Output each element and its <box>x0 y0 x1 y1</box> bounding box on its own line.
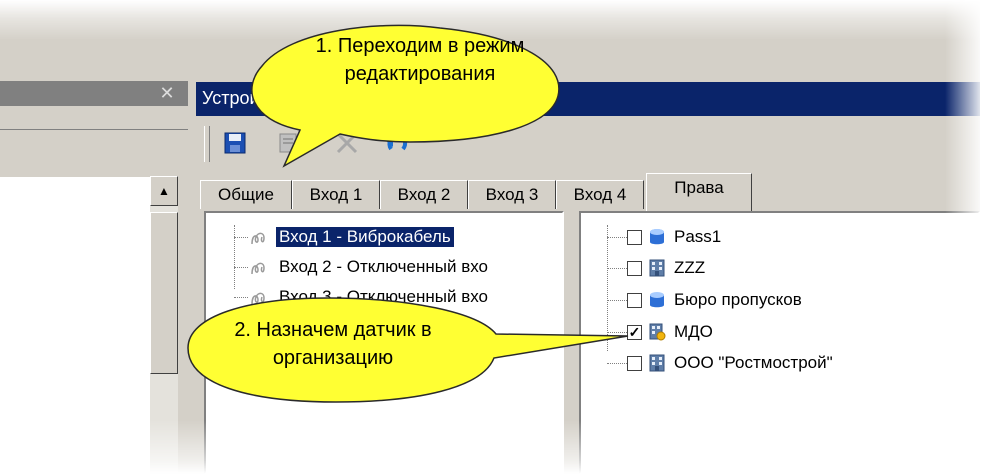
vibro-cable-icon <box>251 262 265 275</box>
rights-item-label: Бюро пропусков <box>674 290 802 309</box>
tree-item-label: Вход 2 - Отключенный вхо <box>279 257 488 276</box>
rights-checkbox[interactable] <box>627 229 642 245</box>
rights-item-zzz[interactable]: ZZZ <box>627 255 705 281</box>
rights-item-label: МДО <box>674 322 713 341</box>
rights-item-rostmostroy[interactable]: ООО "Ростмострой" <box>627 350 833 376</box>
tab-strip: Общие Вход 1 Вход 2 Вход 3 Вход 4 Права <box>196 170 980 211</box>
rights-checkbox[interactable] <box>627 260 642 276</box>
database-blue-icon <box>650 292 664 308</box>
database-blue-icon <box>650 229 664 245</box>
building-icon <box>649 354 665 372</box>
tree-item-label: Вход 1 - Виброкабель <box>276 227 454 247</box>
rights-tree: Pass1 ZZZ Бюро пропусков ✓ МДО ООО "Рост… <box>579 211 980 474</box>
tree-connector <box>234 267 248 268</box>
scroll-up-icon[interactable]: ▲ <box>150 176 178 206</box>
callout-text-1: 1. Переходим в режим редактирования <box>315 35 525 85</box>
close-icon[interactable]: ✕ <box>158 84 176 102</box>
tree-connector <box>607 268 627 269</box>
vibro-cable-icon <box>251 232 265 245</box>
left-panel-divider <box>0 129 188 130</box>
tab-input-1[interactable]: Вход 1 <box>292 180 380 210</box>
callout-text-2: 2. Назначем датчик в организацию <box>234 319 432 369</box>
tree-connector <box>234 225 235 289</box>
rights-item-pass1[interactable]: Pass1 <box>627 224 721 250</box>
building-star-icon <box>649 323 666 341</box>
tab-input-3[interactable]: Вход 3 <box>468 180 556 210</box>
rights-item-label: Pass1 <box>674 227 722 246</box>
toolbar-grip[interactable] <box>204 126 210 162</box>
rights-item-label: ООО "Ростмострой" <box>674 353 833 372</box>
tab-rights[interactable]: Права <box>646 173 752 211</box>
rights-item-label: ZZZ <box>674 258 706 277</box>
tree-item-input-1[interactable]: Вход 1 - Виброкабель <box>250 224 454 250</box>
rights-item-mdo[interactable]: ✓ МДО <box>627 319 713 345</box>
rights-item-bureau[interactable]: Бюро пропусков <box>627 287 802 313</box>
tab-input-2[interactable]: Вход 2 <box>380 180 468 210</box>
tab-general[interactable]: Общие <box>200 180 292 210</box>
tree-connector <box>607 237 627 238</box>
tree-item-input-2[interactable]: Вход 2 - Отключенный вхо <box>250 254 488 280</box>
left-panel-list <box>0 177 150 474</box>
tree-connector <box>234 237 248 238</box>
tab-input-4[interactable]: Вход 4 <box>556 180 644 210</box>
building-icon <box>649 259 665 277</box>
